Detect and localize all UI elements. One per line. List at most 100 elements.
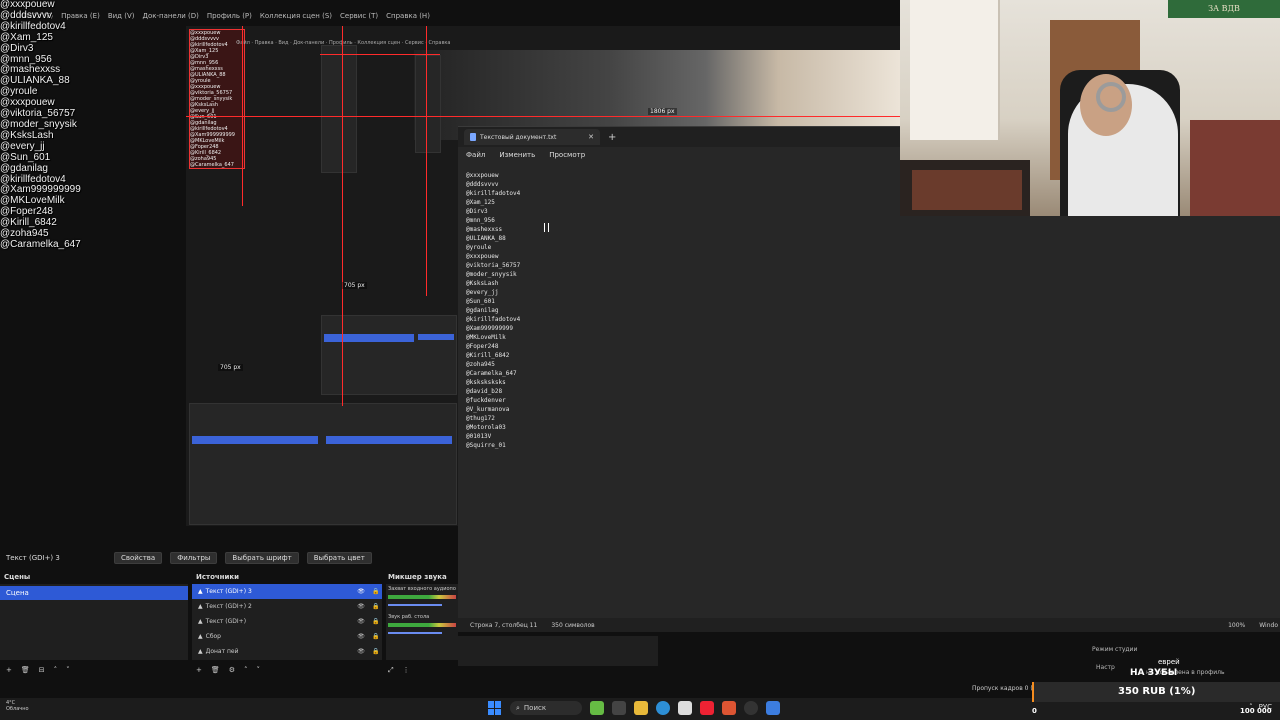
- widget-icon[interactable]: [590, 701, 604, 715]
- menu-scene-collection[interactable]: Коллекция сцен (S): [260, 12, 332, 26]
- lock-icon[interactable]: 🔒: [370, 603, 382, 610]
- edge-icon[interactable]: [656, 701, 670, 715]
- dropped-frames-label: Пропуск кадров 0 (0: [972, 685, 1037, 692]
- lock-icon[interactable]: 🔒: [370, 588, 382, 595]
- donor-name: еврей: [1158, 658, 1180, 666]
- windows-start-icon[interactable]: [488, 701, 502, 715]
- notepad-menu-file[interactable]: Файл: [466, 151, 485, 159]
- preview-width-label: 1806 px: [648, 108, 677, 115]
- search-label: Поиск: [523, 704, 547, 712]
- close-icon[interactable]: ✕: [588, 133, 594, 141]
- mixer-desktop-slider[interactable]: [388, 632, 443, 634]
- notepad-line: @yroule: [466, 244, 492, 251]
- obs-icon[interactable]: [744, 701, 758, 715]
- task-view-icon[interactable]: [612, 701, 626, 715]
- eye-icon[interactable]: 👁: [355, 588, 367, 595]
- select-color-button[interactable]: Выбрать цвет: [306, 552, 372, 564]
- studio-mode-label[interactable]: Режим студии: [1092, 646, 1137, 653]
- source-item[interactable]: ▲ Сбор 👁 🔒: [192, 629, 382, 644]
- notepad-line: @xxxpouew: [466, 172, 499, 179]
- notepad-taskbar-icon[interactable]: [766, 701, 780, 715]
- donation-goal-fill: [1032, 682, 1035, 702]
- add-source-icon[interactable]: +: [196, 666, 202, 674]
- scene-item[interactable]: Сцена: [0, 586, 188, 600]
- menu-help[interactable]: Справка (H): [386, 12, 430, 26]
- scenes-dock-title: Сцены: [4, 573, 31, 581]
- weather-widget[interactable]: 4°C Облачно: [6, 700, 29, 712]
- notepad-line: @Dirv3: [466, 208, 488, 215]
- preview-nested-scene-2: [192, 436, 318, 444]
- link-icon[interactable]: ⤢: [388, 666, 394, 675]
- notepad-line: @kirillfadotov4: [466, 316, 521, 323]
- notepad-menu-edit[interactable]: Изменить: [499, 151, 535, 159]
- headset-icon: [1096, 82, 1126, 112]
- source-label: Сбор: [205, 633, 221, 640]
- notepad-line: @zoha945: [466, 361, 495, 368]
- streaming-app-icon[interactable]: [722, 701, 736, 715]
- properties-button[interactable]: Свойства: [114, 552, 163, 564]
- notepad-line: @david_b28: [466, 388, 503, 395]
- eye-icon[interactable]: 👁: [355, 633, 367, 640]
- add-icon[interactable]: +: [6, 666, 12, 674]
- notepad-line: @viktoria_56757: [466, 262, 521, 269]
- webcam-flag: ЗА ВДВ: [1168, 0, 1280, 18]
- new-tab-icon[interactable]: +: [608, 132, 616, 143]
- notepad-line: @MKLoveMilk: [466, 334, 506, 341]
- select-font-button[interactable]: Выбрать шрифт: [225, 552, 299, 564]
- yandex-browser-icon[interactable]: [700, 701, 714, 715]
- notepad-line: @gdanilag: [466, 307, 499, 314]
- source-type-icon: ▲: [198, 648, 203, 655]
- remove-source-icon[interactable]: 🗑: [211, 666, 220, 674]
- webcam-mousepad: [912, 170, 1022, 210]
- settings-label[interactable]: Настр: [1096, 664, 1115, 671]
- filters-button[interactable]: Фильтры: [170, 552, 218, 564]
- eye-icon[interactable]: 👁: [355, 648, 367, 655]
- source-item[interactable]: ▲ Донат пей 👁 🔒: [192, 644, 382, 659]
- notepad-line: @thug172: [466, 415, 495, 422]
- lock-icon[interactable]: 🔒: [370, 648, 382, 655]
- source-type-icon: ▲: [198, 588, 203, 595]
- mixer-mic-label: Захват входного аудиопо: [388, 586, 456, 592]
- source-type-icon: ▲: [198, 618, 203, 625]
- source-down-icon[interactable]: ˅: [257, 666, 261, 674]
- obs-source-toolbar: Текст (GDI+) 3 Свойства Фильтры Выбрать …: [0, 550, 458, 566]
- menu-docks[interactable]: Док-панели (D): [142, 12, 198, 26]
- menu-profile[interactable]: Профиль (P): [207, 12, 252, 26]
- eye-icon[interactable]: 👁: [355, 618, 367, 625]
- source-item[interactable]: ▲ Текст (GDI+) 3 👁 🔒: [192, 584, 382, 599]
- filter-icon[interactable]: ⊟: [39, 666, 45, 674]
- lock-icon[interactable]: 🔒: [370, 618, 382, 625]
- lock-icon[interactable]: 🔒: [370, 633, 382, 640]
- notepad-tab[interactable]: Текстовый документ.txt ✕: [464, 129, 600, 145]
- notepad-line: @xxxpouew: [466, 253, 499, 260]
- notepad-menu-view[interactable]: Просмотр: [549, 151, 585, 159]
- taskbar-search[interactable]: ⌕ Поиск: [510, 701, 582, 715]
- webcam-feed: ЗА ВДВ: [900, 0, 1280, 216]
- gear-icon[interactable]: ⚙: [229, 666, 235, 674]
- source-label: Донат пей: [205, 648, 239, 655]
- webcam-wardrobe: [910, 0, 1000, 140]
- notepad-text-area[interactable]: @xxxpouew @dddsvvvv @kirillfadotov4 @Xam_12…: [466, 171, 520, 450]
- move-down-icon[interactable]: ˅: [66, 666, 70, 674]
- mixer-mic-slider[interactable]: [388, 604, 443, 606]
- source-item[interactable]: ▲ Текст (GDI+) 2 👁 🔒: [192, 599, 382, 614]
- remove-icon[interactable]: 🗑: [21, 666, 30, 674]
- file-explorer-icon[interactable]: [634, 701, 648, 715]
- source-label: Текст (GDI+) 2: [205, 603, 252, 610]
- sources-controls: + 🗑 ⚙ ˄ ˅: [196, 666, 260, 674]
- screen: { "obs_menu": ["Файл (F)", "Правка (E)",…: [0, 0, 1280, 720]
- source-up-icon[interactable]: ˄: [244, 666, 248, 674]
- weather-text: 4°C Облачно: [6, 700, 29, 712]
- preview-nested-scene: [324, 334, 414, 342]
- chat-username: @Sun_601: [0, 151, 51, 163]
- selected-source-name: Текст (GDI+) 3: [6, 554, 60, 562]
- more-icon[interactable]: ⋮: [403, 666, 410, 675]
- menu-tools[interactable]: Сервис (T): [340, 12, 378, 26]
- eye-icon[interactable]: 👁: [355, 603, 367, 610]
- chrome-icon[interactable]: [678, 701, 692, 715]
- source-item[interactable]: ▲ Текст (GDI+) 👁 🔒: [192, 614, 382, 629]
- mixer-controls: ⤢ ⋮: [388, 666, 410, 675]
- notepad-line: @mashexxss: [466, 226, 503, 233]
- move-up-icon[interactable]: ˄: [54, 666, 58, 674]
- notepad-line: @kirillfadotov4: [466, 190, 521, 197]
